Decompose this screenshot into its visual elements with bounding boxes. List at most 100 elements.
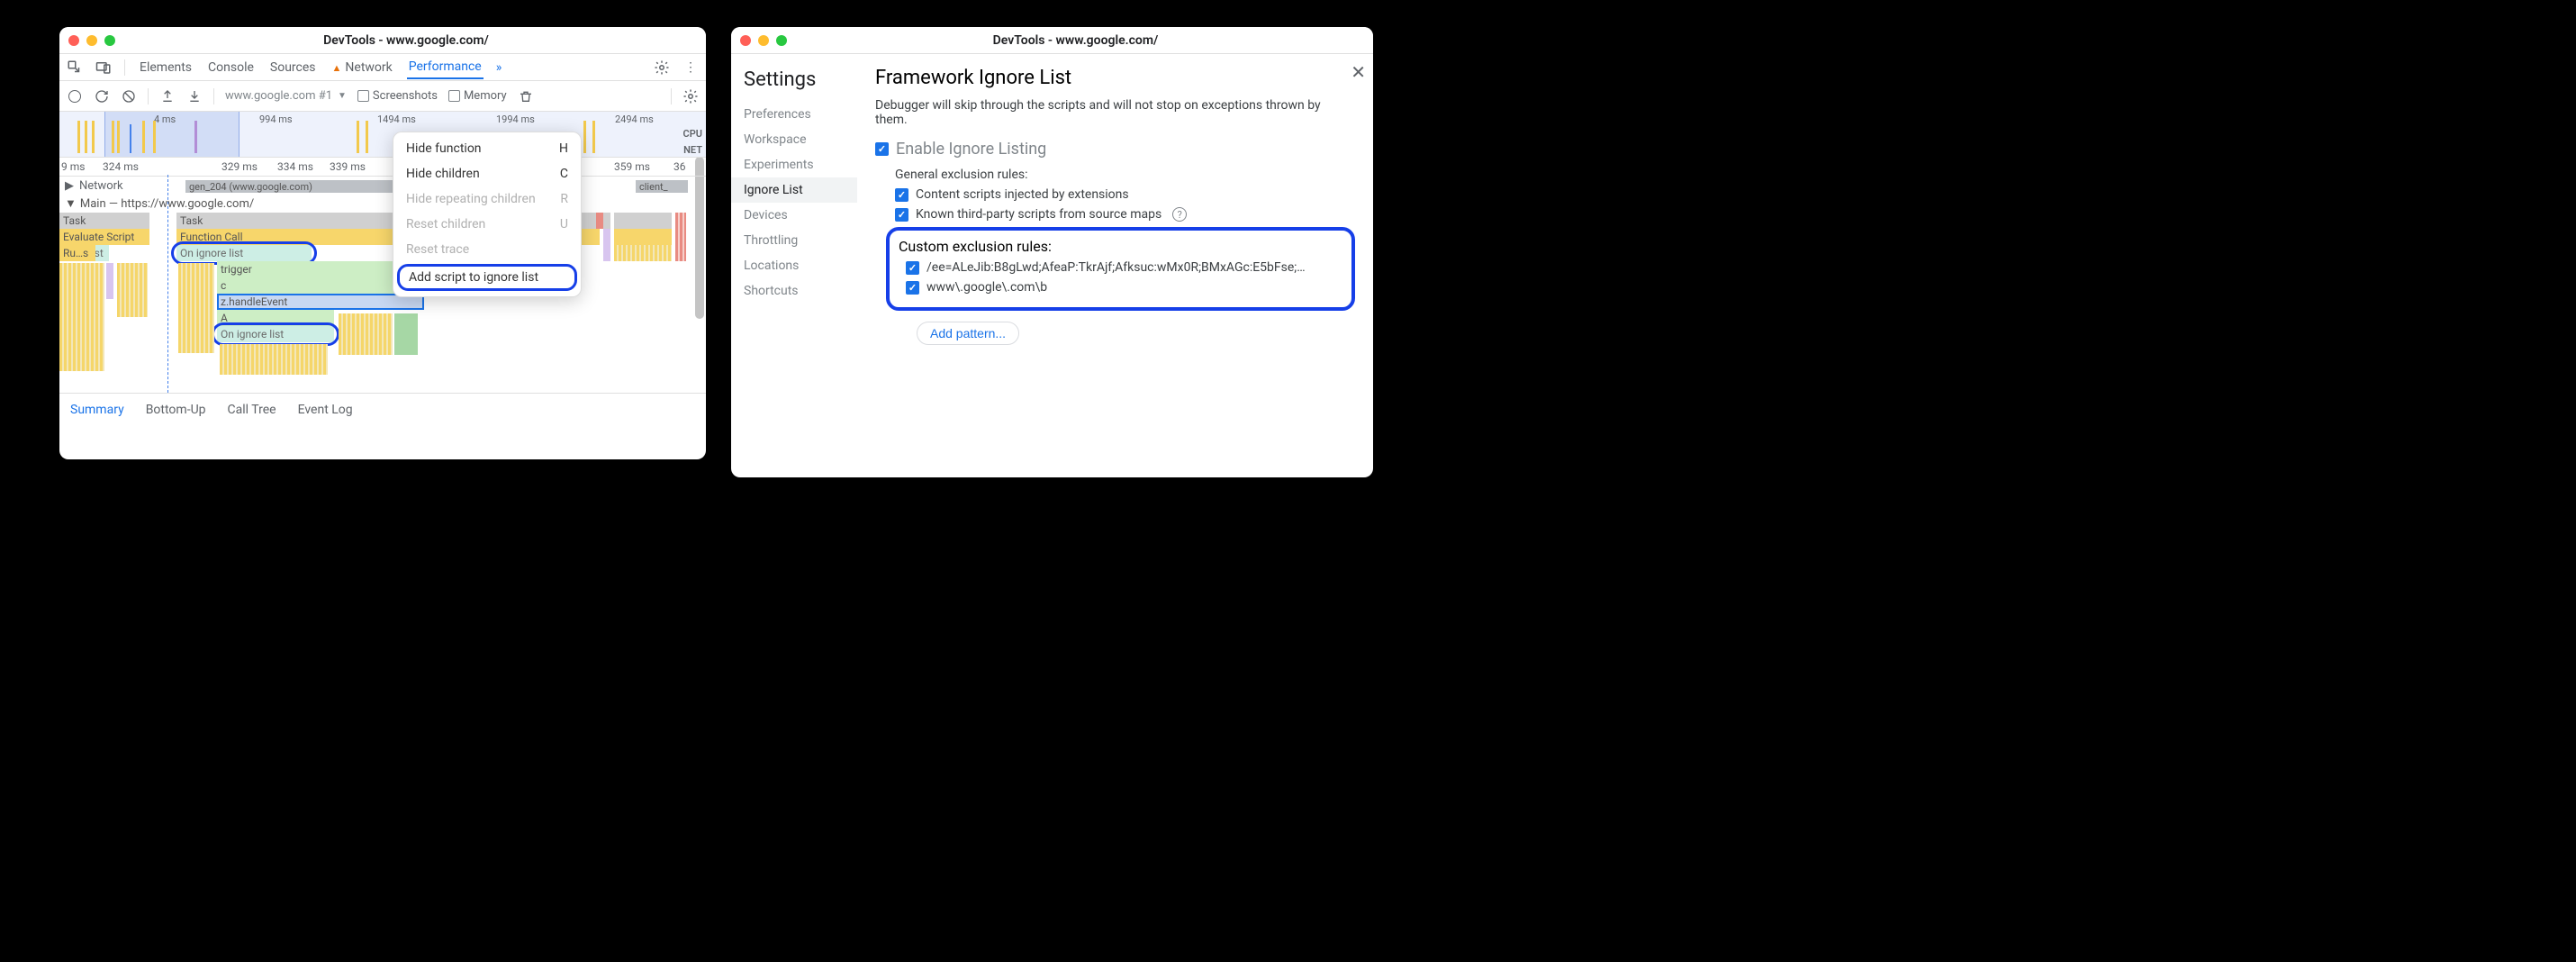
tab-sources[interactable]: Sources bbox=[268, 57, 318, 78]
checkbox-checked-icon bbox=[875, 142, 889, 156]
window-titlebar: DevTools - www.google.com/ bbox=[59, 27, 706, 54]
screenshots-label: Screenshots bbox=[373, 89, 438, 103]
overview-tick: 1994 ms bbox=[496, 113, 535, 125]
memory-label: Memory bbox=[464, 89, 507, 103]
flame-bar[interactable] bbox=[106, 263, 113, 299]
rule-thirdparty-label: Known third-party scripts from source ma… bbox=[916, 207, 1161, 222]
overview-tick: 994 ms bbox=[259, 113, 293, 125]
flame-bar[interactable] bbox=[675, 213, 686, 261]
sidebar-item-devices[interactable]: Devices bbox=[744, 203, 857, 228]
tab-network[interactable]: Network bbox=[330, 57, 394, 78]
inspect-icon[interactable] bbox=[67, 59, 83, 76]
close-icon[interactable]: ✕ bbox=[1347, 58, 1369, 86]
flame-a[interactable]: A bbox=[217, 310, 334, 326]
flame-bar[interactable] bbox=[603, 229, 610, 261]
rule-content-scripts-checkbox[interactable]: Content scripts injected by extensions bbox=[895, 187, 1355, 202]
flame-stripe[interactable] bbox=[178, 263, 214, 353]
window-title: DevTools - www.google.com/ bbox=[115, 33, 697, 48]
download-icon[interactable] bbox=[186, 88, 203, 104]
flame-chart[interactable]: Task Evaluate Script On i…list Ru…s Task… bbox=[59, 213, 706, 393]
screenshots-checkbox[interactable]: Screenshots bbox=[357, 89, 438, 103]
memory-checkbox[interactable]: Memory bbox=[448, 89, 507, 103]
flame-handle-event[interactable]: z.handleEvent bbox=[217, 294, 424, 310]
window-titlebar: DevTools - www.google.com/ bbox=[731, 27, 1373, 54]
custom-rules-highlight: Custom exclusion rules: /ee=ALeJib:B8gLw… bbox=[886, 227, 1355, 311]
ruler-tick: 334 ms bbox=[277, 160, 313, 173]
sidebar-item-shortcuts[interactable]: Shortcuts bbox=[744, 278, 857, 304]
perf-toolbar: www.google.com #1 ▼ Screenshots Memory bbox=[59, 81, 706, 112]
sidebar-item-ignore-list[interactable]: Ignore List bbox=[731, 177, 857, 203]
ruler-tick: 339 ms bbox=[330, 160, 366, 173]
tab-elements[interactable]: Elements bbox=[138, 57, 194, 78]
sidebar-item-experiments[interactable]: Experiments bbox=[744, 152, 857, 177]
help-icon[interactable]: ? bbox=[1172, 207, 1187, 222]
tab-console[interactable]: Console bbox=[206, 57, 256, 78]
flame-stripe[interactable] bbox=[59, 263, 104, 371]
maximize-window-button[interactable] bbox=[776, 35, 787, 46]
reload-button[interactable] bbox=[94, 88, 110, 104]
flame-bar[interactable] bbox=[614, 213, 672, 229]
sidebar-item-preferences[interactable]: Preferences bbox=[744, 102, 857, 127]
cm-reset-trace: Reset trace bbox=[393, 237, 581, 262]
upload-icon[interactable] bbox=[159, 88, 176, 104]
flame-bar[interactable] bbox=[614, 245, 672, 261]
flame-bar[interactable] bbox=[394, 313, 418, 355]
time-ruler: 9 ms 324 ms 329 ms 334 ms 339 ms 359 ms … bbox=[59, 157, 706, 177]
gc-icon[interactable] bbox=[518, 88, 534, 104]
add-pattern-button[interactable]: Add pattern... bbox=[917, 322, 1019, 345]
page-select[interactable]: www.google.com #1 ▼ bbox=[225, 89, 347, 103]
tab-bottom-up[interactable]: Bottom-Up bbox=[146, 403, 206, 417]
sidebar-item-throttling[interactable]: Throttling bbox=[744, 228, 857, 253]
more-tabs-icon[interactable]: » bbox=[496, 60, 502, 75]
custom-rule-checkbox[interactable]: www\.google\.com\b bbox=[906, 280, 1342, 295]
details-tabbar: Summary Bottom-Up Call Tree Event Log bbox=[59, 393, 706, 425]
timeline-overview[interactable]: 4 ms 994 ms 1494 ms 1994 ms 2494 ms CPU … bbox=[59, 112, 706, 157]
flame-stripe[interactable] bbox=[220, 344, 328, 375]
settings-main: ✕ Framework Ignore List Debugger will sk… bbox=[857, 54, 1373, 477]
flame-bar[interactable] bbox=[614, 229, 672, 245]
tab-performance[interactable]: Performance bbox=[407, 56, 484, 79]
flame-task[interactable]: Task bbox=[59, 213, 149, 229]
minimize-window-button[interactable] bbox=[758, 35, 769, 46]
flame-stripe[interactable] bbox=[339, 313, 393, 355]
flame-ignorelist[interactable]: On ignore list bbox=[176, 245, 312, 261]
network-segment[interactable]: gen_204 (www.google.com) bbox=[185, 180, 393, 193]
enable-ignore-listing-checkbox[interactable]: Enable Ignore Listing bbox=[875, 140, 1355, 159]
checkbox-checked-icon bbox=[895, 208, 908, 222]
context-menu: Hide functionH Hide childrenC Hide repea… bbox=[393, 132, 582, 297]
sidebar-item-workspace[interactable]: Workspace bbox=[744, 127, 857, 152]
rule-thirdparty-checkbox[interactable]: Known third-party scripts from source ma… bbox=[895, 207, 1355, 222]
maximize-window-button[interactable] bbox=[104, 35, 115, 46]
close-window-button[interactable] bbox=[740, 35, 751, 46]
gear-icon[interactable] bbox=[682, 88, 699, 104]
flame-red[interactable] bbox=[596, 213, 603, 229]
network-segment[interactable]: client_ bbox=[636, 180, 688, 193]
tab-event-log[interactable]: Event Log bbox=[298, 403, 353, 417]
cm-hide-children[interactable]: Hide childrenC bbox=[393, 161, 581, 186]
overview-tick: 4 ms bbox=[154, 113, 176, 125]
minimize-window-button[interactable] bbox=[86, 35, 97, 46]
flame-evaluate-script[interactable]: Evaluate Script bbox=[59, 229, 149, 245]
close-window-button[interactable] bbox=[68, 35, 79, 46]
flame-bar[interactable]: Ru…s bbox=[59, 245, 95, 261]
cm-add-to-ignore-list[interactable]: Add script to ignore list bbox=[397, 264, 577, 291]
ruler-tick: 9 ms bbox=[61, 160, 85, 173]
flame-stripe[interactable] bbox=[117, 263, 148, 317]
record-button[interactable] bbox=[67, 88, 83, 104]
tab-summary[interactable]: Summary bbox=[70, 403, 124, 417]
flame-ignorelist[interactable]: On ignore list bbox=[217, 326, 334, 342]
cpu-label: CPU bbox=[683, 128, 702, 140]
custom-rule-checkbox[interactable]: /ee=ALeJib:B8gLwd;AfeaP:TkrAjf;Afksuc:wM… bbox=[906, 260, 1342, 275]
main-track-header[interactable]: ▼ Main — https://www.google.com/ bbox=[59, 195, 706, 213]
device-toggle-icon[interactable] bbox=[95, 59, 112, 76]
gear-icon[interactable] bbox=[654, 59, 670, 76]
general-rules-label: General exclusion rules: bbox=[895, 168, 1355, 182]
flame-bar[interactable] bbox=[603, 213, 610, 229]
kebab-icon[interactable]: ⋮ bbox=[682, 59, 699, 76]
sidebar-item-locations[interactable]: Locations bbox=[744, 253, 857, 278]
custom-rule-text: /ee=ALeJib:B8gLwd;AfeaP:TkrAjf;Afksuc:wM… bbox=[926, 260, 1306, 275]
clear-button[interactable] bbox=[121, 88, 137, 104]
cm-hide-function[interactable]: Hide functionH bbox=[393, 136, 581, 161]
tab-call-tree[interactable]: Call Tree bbox=[228, 403, 276, 417]
overview-tick: 1494 ms bbox=[377, 113, 416, 125]
